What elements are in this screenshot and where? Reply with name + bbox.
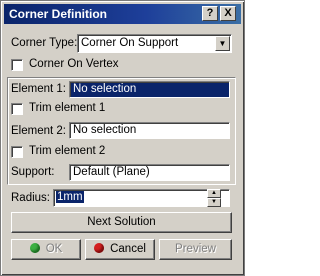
support-value: Default (Plane) xyxy=(73,166,150,178)
corner-on-vertex-checkbox[interactable] xyxy=(11,59,23,71)
next-solution-button[interactable]: Next Solution xyxy=(11,212,232,233)
cancel-icon xyxy=(94,243,105,253)
corner-type-value: Corner On Support xyxy=(81,37,179,49)
support-selection-field[interactable]: Default (Plane) xyxy=(69,164,230,181)
cancel-label: Cancel xyxy=(110,243,146,255)
ok-label: OK xyxy=(45,243,63,255)
radius-value: 1mm xyxy=(56,191,84,203)
element2-label: Element 2: xyxy=(11,125,66,137)
element1-value: No selection xyxy=(73,83,137,95)
element1-selection-field[interactable]: No selection xyxy=(69,81,230,98)
title-bar[interactable]: Corner Definition ? X xyxy=(4,4,241,24)
ok-icon xyxy=(29,243,40,253)
radius-spinner[interactable]: ▲ ▼ xyxy=(207,189,221,207)
close-button[interactable]: X xyxy=(220,6,236,21)
element2-selection-field[interactable]: No selection xyxy=(69,122,230,139)
dialog-title: Corner Definition xyxy=(9,7,107,21)
cancel-button[interactable]: Cancel xyxy=(85,239,155,260)
preview-button[interactable]: Preview xyxy=(159,239,232,260)
trim-element2-checkbox[interactable] xyxy=(11,146,23,158)
corner-type-dropdown[interactable]: Corner On Support ▼ xyxy=(77,34,232,53)
spin-down-icon[interactable]: ▼ xyxy=(207,198,221,207)
element1-label: Element 1: xyxy=(11,83,66,95)
support-label: Support: xyxy=(11,166,55,178)
ok-button[interactable]: OK xyxy=(11,239,81,260)
trim-element1-label: Trim element 1 xyxy=(29,102,106,114)
corner-on-vertex-label: Corner On Vertex xyxy=(29,58,119,70)
spin-up-icon[interactable]: ▲ xyxy=(207,189,221,198)
trim-element1-checkbox[interactable] xyxy=(11,103,23,115)
help-button[interactable]: ? xyxy=(202,6,218,21)
radius-input[interactable]: 1mm xyxy=(53,189,230,207)
chevron-down-icon[interactable]: ▼ xyxy=(215,36,230,51)
corner-definition-dialog: Corner Definition ? X Corner Type: Corne… xyxy=(0,0,245,276)
corner-type-label: Corner Type: xyxy=(11,37,78,49)
trim-element2-label: Trim element 2 xyxy=(29,145,106,157)
radius-label: Radius: xyxy=(11,192,50,204)
element2-value: No selection xyxy=(73,124,137,136)
